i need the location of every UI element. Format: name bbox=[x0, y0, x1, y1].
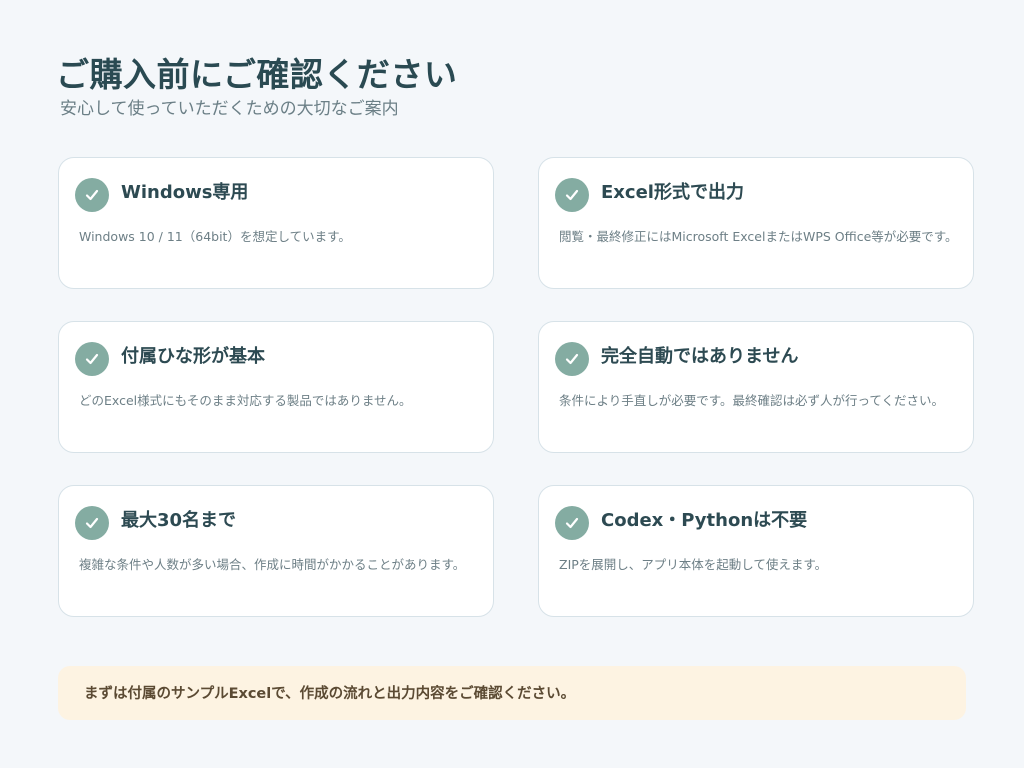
card-title: Windows専用 bbox=[121, 182, 249, 203]
page-subtitle: 安心して使っていただくための大切なご案内 bbox=[60, 99, 399, 119]
card-title: 完全自動ではありません bbox=[601, 346, 799, 367]
card-description: 閲覧・最終修正にはMicrosoft ExcelまたはWPS Office等が必… bbox=[559, 229, 958, 244]
card-description: Windows 10 / 11（64bit）を想定しています。 bbox=[79, 229, 351, 244]
check-circle-icon bbox=[555, 342, 589, 376]
notice-text: まずは付属のサンプルExcelで、作成の流れと出力内容をご確認ください。 bbox=[84, 686, 576, 702]
card-title: Excel形式で出力 bbox=[601, 182, 744, 203]
page-title: ご購入前にご確認ください bbox=[56, 55, 458, 94]
card-max-30-people: 最大30名まで 複雑な条件や人数が多い場合、作成に時間がかかることがあります。 bbox=[58, 485, 494, 617]
check-circle-icon bbox=[555, 506, 589, 540]
card-description: 条件により手直しが必要です。最終確認は必ず人が行ってください。 bbox=[559, 393, 945, 408]
check-circle-icon bbox=[75, 178, 109, 212]
check-circle-icon bbox=[555, 178, 589, 212]
card-title: 付属ひな形が基本 bbox=[121, 346, 265, 367]
card-no-python-needed: Codex・Pythonは不要 ZIPを展開し、アプリ本体を起動して使えます。 bbox=[538, 485, 974, 617]
card-title: Codex・Pythonは不要 bbox=[601, 510, 808, 531]
card-excel-output: Excel形式で出力 閲覧・最終修正にはMicrosoft ExcelまたはWP… bbox=[538, 157, 974, 289]
notice-banner: まずは付属のサンプルExcelで、作成の流れと出力内容をご確認ください。 bbox=[58, 666, 966, 720]
card-title: 最大30名まで bbox=[121, 510, 237, 531]
card-description: 複雑な条件や人数が多い場合、作成に時間がかかることがあります。 bbox=[79, 557, 466, 572]
check-circle-icon bbox=[75, 342, 109, 376]
card-description: ZIPを展開し、アプリ本体を起動して使えます。 bbox=[559, 557, 828, 572]
check-circle-icon bbox=[75, 506, 109, 540]
card-not-fully-automatic: 完全自動ではありません 条件により手直しが必要です。最終確認は必ず人が行ってくだ… bbox=[538, 321, 974, 453]
card-description: どのExcel様式にもそのまま対応する製品ではありません。 bbox=[79, 393, 412, 408]
card-template-based: 付属ひな形が基本 どのExcel様式にもそのまま対応する製品ではありません。 bbox=[58, 321, 494, 453]
notice-card-grid: Windows専用 Windows 10 / 11（64bit）を想定しています… bbox=[58, 157, 974, 617]
card-windows-only: Windows専用 Windows 10 / 11（64bit）を想定しています… bbox=[58, 157, 494, 289]
